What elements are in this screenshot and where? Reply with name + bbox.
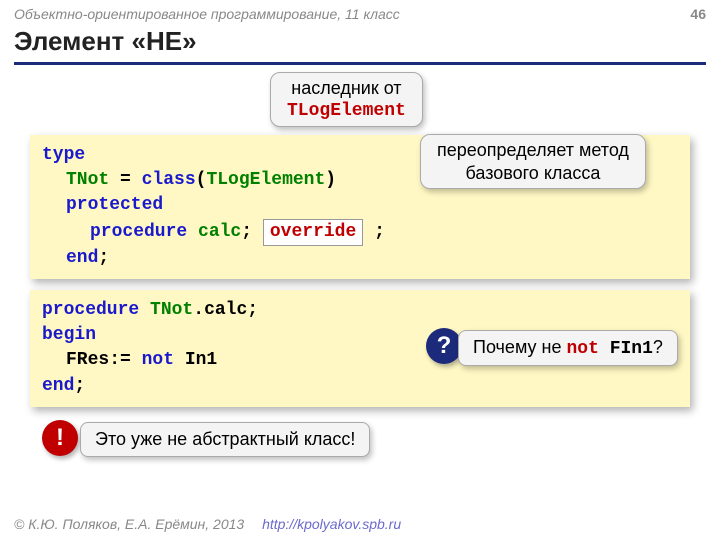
semi: ; <box>241 222 263 242</box>
kw-class: class <box>142 170 196 190</box>
q-post: FIn1 <box>599 339 653 359</box>
end-semi2: ; <box>74 376 85 396</box>
kw-procedure: procedure <box>90 222 187 242</box>
q-mark: ? <box>653 337 663 357</box>
impl-tnot: TNot <box>150 300 193 320</box>
exclaim-badge: ! <box>42 420 78 456</box>
fres: FRes:= <box>66 350 142 370</box>
callout-inherit: наследник от TLogElement <box>270 72 423 127</box>
course-title: Объектно-ориентированное программировани… <box>14 6 400 22</box>
dot: . <box>193 300 204 320</box>
override-box: override <box>263 219 363 246</box>
eq: = <box>109 170 141 190</box>
callout-override-l1: переопределяет метод <box>437 139 629 162</box>
method-calc: calc <box>198 222 241 242</box>
slide-title: Элемент «НЕ» <box>14 26 197 57</box>
kw-not: not <box>142 350 174 370</box>
callout-inherit-l1: наследник от <box>287 77 406 100</box>
base-class: TLogElement <box>206 170 325 190</box>
in1: In1 <box>174 350 217 370</box>
kw-protected: protected <box>66 195 163 215</box>
callout-inherit-l2: TLogElement <box>287 100 406 123</box>
question-note: Почему не not FIn1? <box>458 330 678 366</box>
impl-calc: calc <box>204 300 247 320</box>
title-underline <box>14 62 706 65</box>
kw-procedure2: procedure <box>42 300 139 320</box>
q-code: not <box>566 339 598 359</box>
po: ( <box>196 170 207 190</box>
type-tnot: TNot <box>66 170 109 190</box>
semi2: ; <box>363 222 385 242</box>
callout-override: переопределяет метод базового класса <box>420 134 646 189</box>
copyright: © К.Ю. Поляков, Е.А. Ерёмин, 2013 <box>14 516 244 532</box>
exclaim-note: Это уже не абстрактный класс! <box>80 422 370 457</box>
kw-end: end <box>66 248 98 268</box>
footer-link: http://kpolyakov.spb.ru <box>262 516 401 532</box>
callout-override-l2: базового класса <box>437 162 629 185</box>
end-semi: ; <box>98 248 109 268</box>
kw-end2: end <box>42 376 74 396</box>
page-number: 46 <box>690 6 706 22</box>
kw-begin: begin <box>42 325 96 345</box>
exclaim-text: Это уже не абстрактный класс! <box>95 429 355 449</box>
q-pre: Почему не <box>473 337 566 357</box>
impl-semi: ; <box>247 300 258 320</box>
kw-type: type <box>42 145 85 165</box>
footer: © К.Ю. Поляков, Е.А. Ерёмин, 2013 http:/… <box>14 516 401 532</box>
pc: ) <box>325 170 336 190</box>
question-badge: ? <box>426 328 462 364</box>
